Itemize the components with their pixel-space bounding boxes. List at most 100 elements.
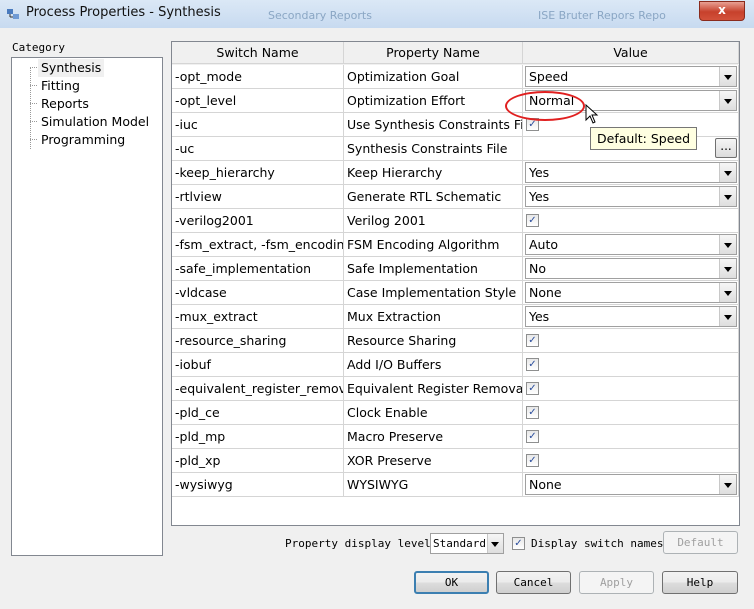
table-row[interactable]: -rtlview Generate RTL Schematic Yes (172, 185, 739, 209)
property-name-cell: Case Implementation Style (344, 281, 523, 305)
table-row[interactable]: -mux_extract Mux Extraction Yes (172, 305, 739, 329)
table-row[interactable]: -wysiwyg WYSIWYG None (172, 473, 739, 497)
tree-connector (30, 103, 37, 104)
chevron-down-icon[interactable] (719, 163, 736, 182)
switch-name-cell: -pld_xp (172, 449, 344, 473)
display-level-value: Standard (433, 537, 486, 550)
switch-name-cell: -mux_extract (172, 305, 344, 329)
value-cell[interactable]: ✓ (523, 425, 739, 449)
table-row[interactable]: -pld_mp Macro Preserve ✓ (172, 425, 739, 449)
value-cell[interactable]: ✓ (523, 401, 739, 425)
table-row[interactable]: -resource_sharing Resource Sharing ✓ (172, 329, 739, 353)
value-cell[interactable]: Yes (523, 185, 739, 209)
chevron-down-icon[interactable] (719, 91, 736, 110)
window-title: Process Properties - Synthesis (26, 5, 221, 20)
column-header-value[interactable]: Value (523, 42, 739, 64)
value-checkbox[interactable]: ✓ (526, 214, 539, 227)
value-cell[interactable]: None (523, 473, 739, 497)
close-button[interactable]: x (699, 1, 745, 21)
help-button[interactable]: Help (662, 571, 738, 594)
switch-name-cell: -uc (172, 137, 344, 161)
value-cell[interactable]: Yes (523, 305, 739, 329)
display-switch-names-checkbox[interactable]: ✓ (512, 537, 525, 550)
display-level-label: Property display level: (285, 537, 438, 550)
value-cell[interactable]: ✓ (523, 449, 739, 473)
value-select[interactable]: Speed (525, 66, 737, 87)
value-select[interactable]: Yes (525, 306, 737, 327)
value-checkbox[interactable]: ✓ (526, 406, 539, 419)
switch-name-cell: -keep_hierarchy (172, 161, 344, 185)
table-row[interactable]: -vldcase Case Implementation Style None (172, 281, 739, 305)
table-row[interactable]: -pld_ce Clock Enable ✓ (172, 401, 739, 425)
property-name-cell: Clock Enable (344, 401, 523, 425)
switch-name-cell: -fsm_extract, -fsm_encoding (172, 233, 344, 257)
value-checkbox[interactable]: ✓ (526, 454, 539, 467)
tree-connector (30, 85, 37, 86)
value-select[interactable]: None (525, 282, 737, 303)
value-select[interactable]: Yes (525, 162, 737, 183)
switch-name-cell: -pld_ce (172, 401, 344, 425)
property-name-cell: Verilog 2001 (344, 209, 523, 233)
category-tree[interactable]: Synthesis Fitting Reports Simulation Mod… (11, 57, 163, 556)
tree-connector (30, 121, 37, 122)
chevron-down-icon[interactable] (719, 259, 736, 278)
property-grid[interactable]: Switch Name Property Name Value -opt_mod… (171, 41, 740, 526)
table-row[interactable]: -opt_mode Optimization Goal Speed (172, 65, 739, 89)
column-header-switch-name[interactable]: Switch Name (172, 42, 344, 64)
title-bar: Process Properties - Synthesis Secondary… (0, 0, 754, 28)
apply-button[interactable]: Apply (579, 571, 654, 594)
value-cell[interactable]: Yes (523, 161, 739, 185)
chevron-down-icon[interactable] (487, 534, 503, 553)
category-item-programming[interactable]: Programming (38, 131, 128, 149)
value-select[interactable]: No (525, 258, 737, 279)
table-row[interactable]: -iobuf Add I/O Buffers ✓ (172, 353, 739, 377)
table-row[interactable]: -keep_hierarchy Keep Hierarchy Yes (172, 161, 739, 185)
category-item-synthesis[interactable]: Synthesis (38, 59, 105, 77)
table-row[interactable]: -verilog2001 Verilog 2001 ✓ (172, 209, 739, 233)
switch-name-cell: -verilog2001 (172, 209, 344, 233)
switch-name-cell: -iuc (172, 113, 344, 137)
value-cell[interactable]: ✓ (523, 353, 739, 377)
value-cell[interactable]: ✓ (523, 329, 739, 353)
table-row[interactable]: -pld_xp XOR Preserve ✓ (172, 449, 739, 473)
switch-name-cell: -wysiwyg (172, 473, 344, 497)
chevron-down-icon[interactable] (719, 475, 736, 494)
value-cell[interactable]: None (523, 281, 739, 305)
table-row[interactable]: -safe_implementation Safe Implementation N… (172, 257, 739, 281)
default-button[interactable]: Default (663, 531, 738, 554)
chevron-down-icon[interactable] (719, 187, 736, 206)
table-row[interactable]: -equivalent_register_removal Equivalent R… (172, 377, 739, 401)
switch-name-cell: -opt_level (172, 89, 344, 113)
category-item-simulation-model[interactable]: Simulation Model (38, 113, 152, 131)
value-select[interactable]: Auto (525, 234, 737, 255)
chevron-down-icon[interactable] (719, 283, 736, 302)
category-item-fitting[interactable]: Fitting (38, 77, 83, 95)
category-item-reports[interactable]: Reports (38, 95, 92, 113)
value-select[interactable]: Yes (525, 186, 737, 207)
value-select[interactable]: None (525, 474, 737, 495)
value-cell[interactable]: ✓ (523, 377, 739, 401)
value-cell[interactable]: Speed (523, 65, 739, 89)
browse-file-button[interactable]: ... (715, 138, 737, 158)
value-checkbox[interactable]: ✓ (526, 382, 539, 395)
chevron-down-icon[interactable] (719, 307, 736, 326)
table-row[interactable]: -opt_level Optimization Effort Normal (172, 89, 739, 113)
column-header-property-name[interactable]: Property Name (344, 42, 523, 64)
property-name-cell: Add I/O Buffers (344, 353, 523, 377)
value-checkbox[interactable]: ✓ (526, 358, 539, 371)
value-select-text: Yes (529, 309, 550, 324)
value-checkbox[interactable]: ✓ (526, 334, 539, 347)
cancel-button[interactable]: Cancel (496, 571, 571, 594)
value-checkbox[interactable]: ✓ (526, 430, 539, 443)
chevron-down-icon[interactable] (719, 235, 736, 254)
property-name-cell: Keep Hierarchy (344, 161, 523, 185)
property-name-cell: XOR Preserve (344, 449, 523, 473)
background-window-text: Secondary Reports (268, 9, 372, 22)
table-row[interactable]: -fsm_extract, -fsm_encoding FSM Encoding … (172, 233, 739, 257)
ok-button[interactable]: OK (414, 571, 489, 594)
chevron-down-icon[interactable] (719, 67, 736, 86)
value-cell[interactable]: ✓ (523, 209, 739, 233)
display-level-select[interactable]: Standard (430, 533, 504, 554)
value-cell[interactable]: Auto (523, 233, 739, 257)
value-cell[interactable]: No (523, 257, 739, 281)
